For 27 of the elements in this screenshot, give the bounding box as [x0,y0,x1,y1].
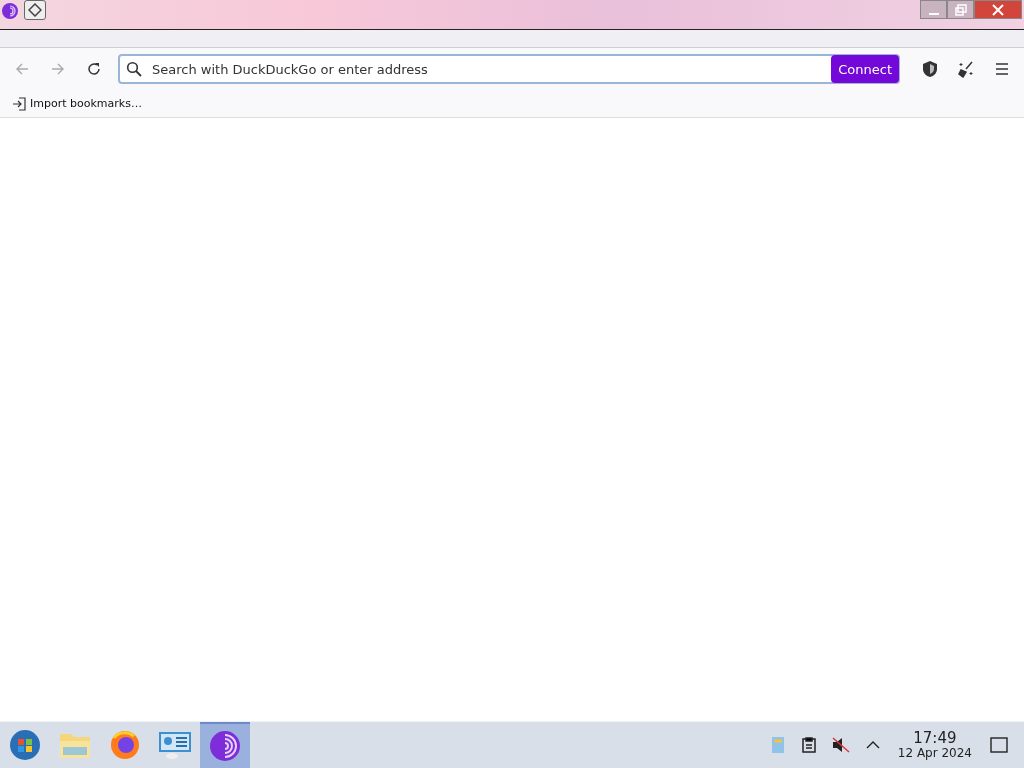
back-arrow-icon [14,61,30,77]
close-icon [992,3,1004,16]
muted-speaker-icon[interactable] [831,737,850,753]
onion-logo-icon [209,730,241,762]
minimize-icon [928,12,939,15]
forward-arrow-icon [50,61,66,77]
restore-icon [954,3,967,16]
minimize-button[interactable] [920,0,947,19]
search-icon [126,61,142,77]
address-bar[interactable]: Search with DuckDuckGo or enter address Connect [118,54,900,84]
connect-button[interactable]: Connect [831,55,899,83]
import-icon [12,96,26,111]
clock-time: 17:49 [913,730,957,747]
restore-button[interactable] [947,0,974,19]
onion-icon [2,3,18,19]
notification-icon[interactable] [990,737,1008,753]
folder-icon [59,731,91,759]
windows-logo-icon [9,729,41,761]
clipboard-icon[interactable] [801,737,816,753]
import-bookmarks-button[interactable]: Import bookmarks… [10,94,144,113]
close-button[interactable] [974,0,1022,19]
clock-date: 12 Apr 2024 [897,746,972,760]
browser-logo-icon [110,730,140,760]
chevron-up-icon[interactable] [865,740,880,750]
monitor-icon [158,730,192,760]
reload-icon [86,61,102,77]
tor-taskbar-button[interactable] [200,722,250,768]
